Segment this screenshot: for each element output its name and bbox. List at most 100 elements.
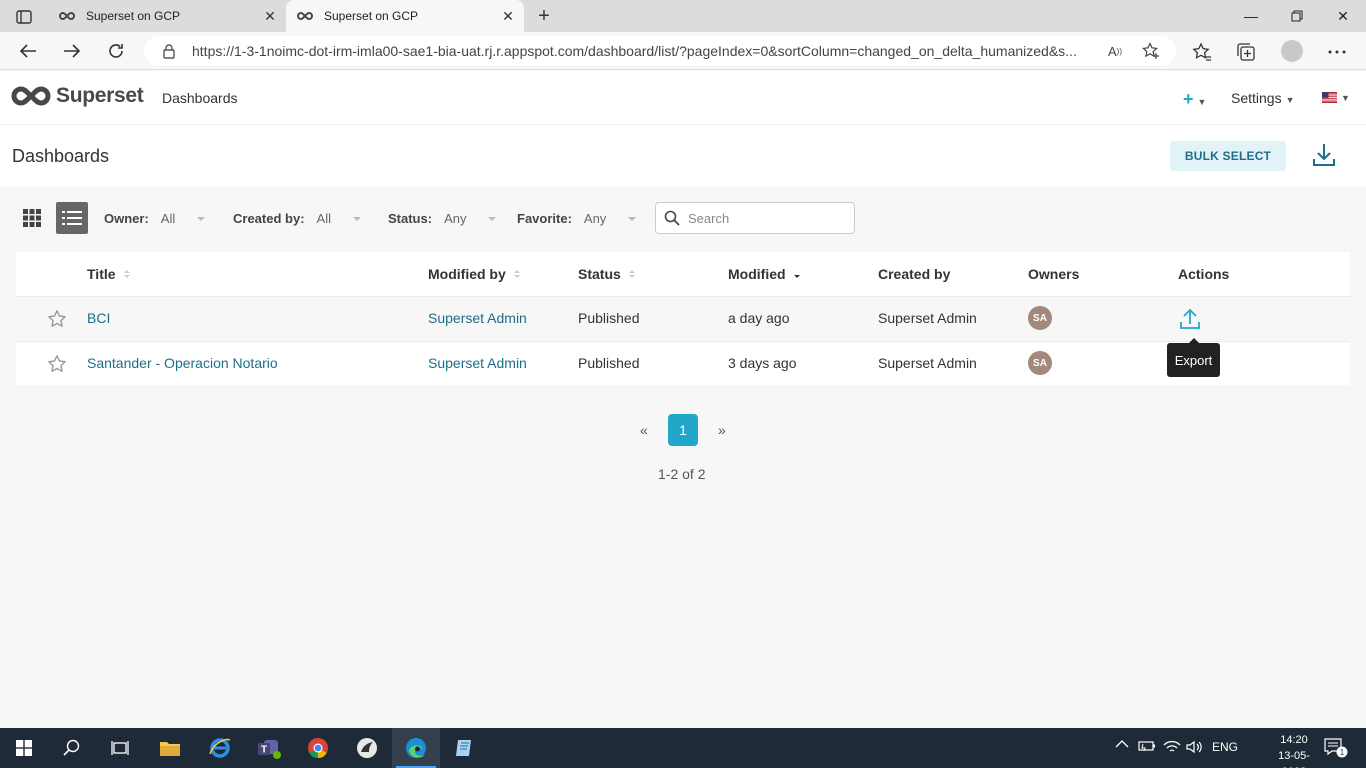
column-label: Status	[578, 266, 621, 282]
profile-icon[interactable]	[1281, 40, 1303, 62]
column-label: Created by	[878, 266, 951, 282]
pagination-page-current[interactable]: 1	[668, 414, 698, 446]
status-cell: Published	[578, 310, 640, 326]
language-indicator[interactable]: ENG	[1212, 740, 1238, 754]
tab-title: Superset on GCP	[324, 9, 419, 23]
superset-logo[interactable]: Superset	[10, 84, 144, 108]
created-by-filter[interactable]: Created by: All	[233, 211, 361, 226]
created-by-cell: Superset Admin	[878, 310, 977, 326]
teams-icon[interactable]: T	[245, 728, 293, 768]
owner-filter[interactable]: Owner: All	[104, 211, 206, 226]
column-label: Modified	[728, 266, 786, 282]
app-icon[interactable]	[343, 728, 391, 768]
owner-avatar[interactable]: SA	[1028, 306, 1052, 330]
owner-avatar[interactable]: SA	[1028, 351, 1052, 375]
table-header: Title Modified by Status Modified Create…	[16, 252, 1350, 296]
browser-tab-active[interactable]: Superset on GCP ✕	[286, 0, 524, 32]
task-view-icon[interactable]	[96, 728, 144, 768]
pagination-prev[interactable]: «	[640, 422, 648, 438]
clock-time: 14:20	[1280, 734, 1308, 746]
favorite-star-icon[interactable]	[47, 309, 67, 329]
grid-icon	[23, 209, 41, 227]
refresh-icon[interactable]	[102, 37, 130, 65]
export-icon[interactable]	[1178, 307, 1202, 331]
language-menu[interactable]: ▼	[1322, 92, 1350, 103]
page-header: Dashboards BULK SELECT	[0, 125, 1366, 186]
dashboard-title-link[interactable]: BCI	[87, 310, 110, 326]
modified-cell: a day ago	[728, 310, 790, 326]
column-label: Actions	[1178, 266, 1230, 282]
settings-label: Settings	[1231, 90, 1282, 106]
favorite-star-icon[interactable]	[47, 354, 67, 374]
collections-icon[interactable]	[1235, 41, 1257, 63]
taskbar-search-icon[interactable]	[48, 728, 96, 768]
clock-date: 13-05-2022	[1278, 750, 1310, 768]
export-tooltip: Export	[1167, 338, 1220, 377]
notepad-icon[interactable]	[441, 728, 489, 768]
column-header-modified-by[interactable]: Modified by	[428, 266, 520, 282]
new-tab-icon[interactable]: +	[532, 4, 556, 28]
plus-icon: +	[1183, 89, 1194, 109]
taskbar-clock[interactable]: 14:20 13-05-2022	[1266, 732, 1322, 768]
list-icon	[62, 211, 82, 225]
column-header-modified[interactable]: Modified	[728, 266, 800, 282]
minimize-icon[interactable]: —	[1228, 0, 1274, 32]
pagination-next[interactable]: »	[718, 422, 726, 438]
created-by-cell: Superset Admin	[878, 355, 977, 371]
chrome-icon[interactable]	[294, 728, 342, 768]
tray-chevron-up-icon[interactable]	[1115, 740, 1129, 748]
brand-name: Superset	[56, 84, 144, 107]
card-view-toggle[interactable]	[16, 202, 48, 234]
modified-by-link[interactable]: Superset Admin	[428, 310, 527, 326]
filter-value: All	[316, 211, 331, 226]
svg-text:1: 1	[1340, 748, 1345, 757]
us-flag-icon	[1322, 92, 1337, 103]
column-header-title[interactable]: Title	[87, 266, 130, 282]
close-window-icon[interactable]: ✕	[1320, 0, 1366, 32]
close-tab-icon[interactable]: ✕	[496, 4, 520, 28]
modified-by-link[interactable]: Superset Admin	[428, 355, 527, 371]
filter-value: All	[160, 211, 176, 226]
notification-center-icon[interactable]: 1	[1324, 738, 1348, 758]
status-filter[interactable]: Status: Any	[388, 211, 497, 226]
battery-icon[interactable]	[1138, 740, 1156, 752]
dropdown-arrow-icon	[197, 216, 206, 221]
close-tab-icon[interactable]: ✕	[258, 4, 282, 28]
browser-tab[interactable]: Superset on GCP ✕	[48, 0, 286, 32]
search-input[interactable]	[688, 210, 848, 226]
favorite-filter[interactable]: Favorite: Any	[517, 211, 637, 226]
pagination-summary: 1-2 of 2	[658, 466, 706, 482]
sort-icon	[628, 270, 635, 278]
restore-icon[interactable]	[1274, 0, 1320, 32]
dashboard-title-link[interactable]: Santander - Operacion Notario	[87, 355, 278, 371]
file-explorer-icon[interactable]	[146, 728, 194, 768]
table-row: Santander - Operacion Notario Superset A…	[16, 341, 1350, 385]
import-icon[interactable]	[1312, 142, 1336, 168]
sort-icon	[513, 270, 520, 278]
read-aloud-icon[interactable]: A))	[1105, 41, 1125, 61]
superset-favicon-icon	[297, 11, 313, 21]
favorites-icon[interactable]	[1191, 41, 1213, 63]
column-header-status[interactable]: Status	[578, 266, 635, 282]
back-icon[interactable]	[14, 37, 42, 65]
nav-dashboards-link[interactable]: Dashboards	[162, 90, 238, 106]
new-item-menu[interactable]: + ▼	[1183, 89, 1206, 110]
list-view-toggle[interactable]	[56, 202, 88, 234]
bulk-select-button[interactable]: BULK SELECT	[1170, 141, 1286, 171]
tab-actions-icon[interactable]	[10, 6, 38, 28]
caret-down-icon: ▼	[1197, 97, 1207, 107]
forward-icon[interactable]	[58, 37, 86, 65]
add-favorite-icon[interactable]	[1141, 41, 1161, 61]
windows-taskbar: T ENG 14:20 13-05-2022 1	[0, 728, 1366, 768]
volume-icon[interactable]	[1186, 740, 1204, 754]
url-field[interactable]: https://1-3-1noimc-dot-irm-imla00-sae1-b…	[144, 36, 1176, 66]
edge-icon[interactable]	[392, 728, 440, 768]
wifi-icon[interactable]	[1163, 740, 1181, 754]
filter-label: Owner:	[104, 211, 149, 226]
settings-menu[interactable]: Settings ▼	[1231, 90, 1295, 106]
dropdown-arrow-icon	[352, 216, 361, 221]
windows-start-icon[interactable]	[0, 728, 48, 768]
more-icon[interactable]	[1326, 41, 1348, 63]
filter-label: Favorite:	[517, 211, 572, 226]
internet-explorer-icon[interactable]	[196, 728, 244, 768]
